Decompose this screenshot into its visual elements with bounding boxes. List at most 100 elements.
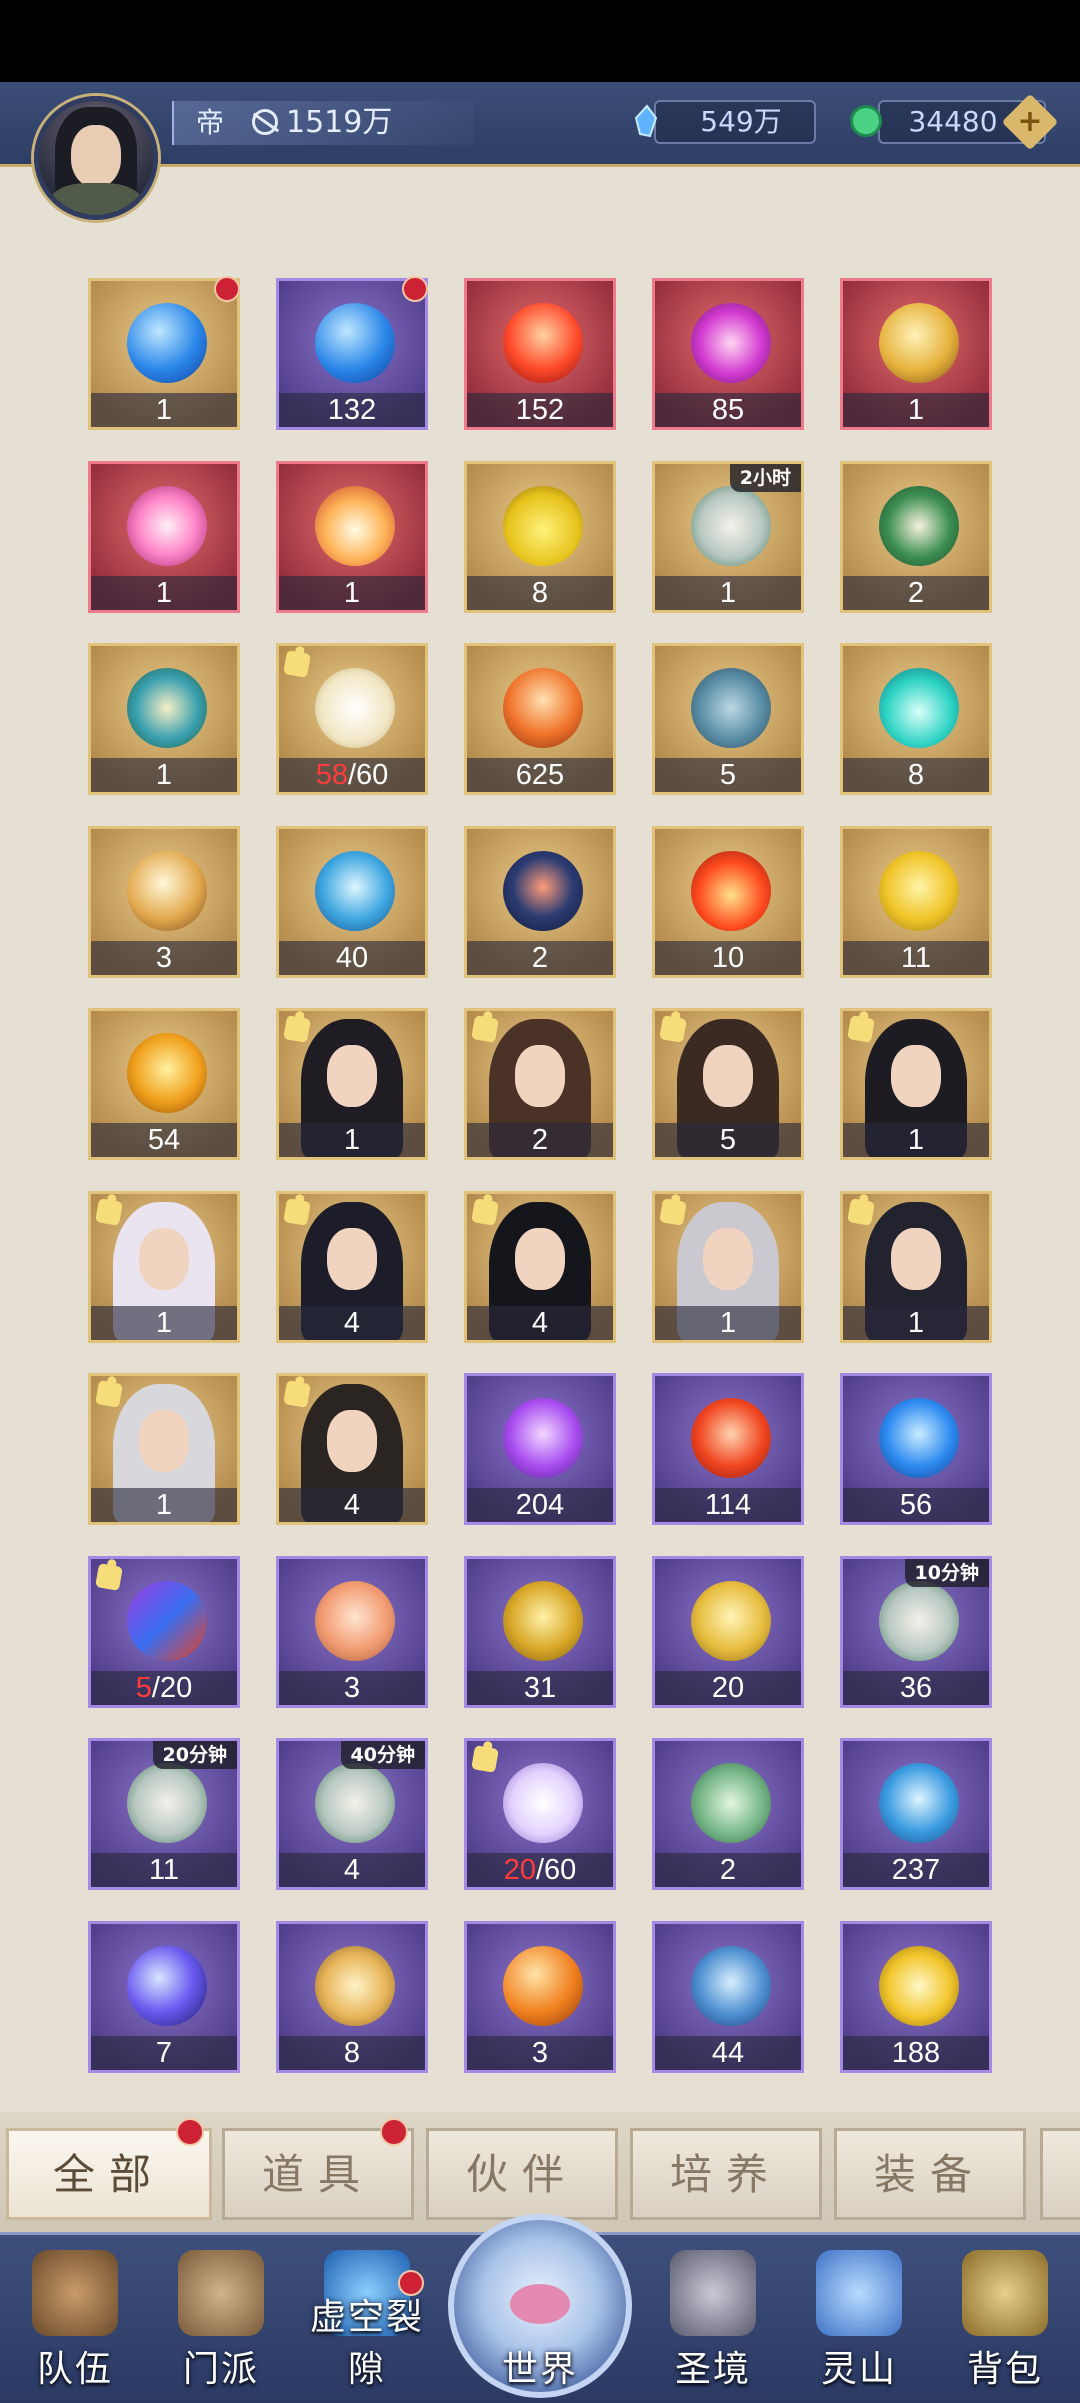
nav-0[interactable]: 队伍 [20, 2240, 130, 2400]
currency-jade[interactable]: 34480 + [850, 93, 1060, 151]
item-count: 2 [467, 941, 613, 975]
inventory-item[interactable]: 3 [276, 1556, 428, 1708]
inventory-item[interactable]: 10分钟 36 [840, 1556, 992, 1708]
inventory-item[interactable]: 56 [840, 1373, 992, 1525]
tab-4[interactable]: 装备 [834, 2128, 1026, 2220]
nav-1[interactable]: 门派 [166, 2240, 276, 2400]
inventory-item[interactable]: 44 [652, 1921, 804, 2073]
inventory-item[interactable]: 58/60 [276, 643, 428, 795]
pearl-icon [127, 851, 207, 931]
nav-4[interactable]: 圣境 [658, 2240, 768, 2400]
item-count: 1 [279, 576, 425, 610]
inventory-item[interactable]: 40 [276, 826, 428, 978]
inventory-item[interactable]: 1 [840, 1191, 992, 1343]
nav-6[interactable]: 背包 [950, 2240, 1060, 2400]
item-count: 5 [655, 1123, 801, 1157]
inventory-item[interactable]: 85 [652, 278, 804, 430]
inventory-item[interactable]: 20 [652, 1556, 804, 1708]
inventory-item[interactable]: 188 [840, 1921, 992, 2073]
inventory-item[interactable]: 2 [464, 1008, 616, 1160]
inventory-item[interactable]: 5/20 [88, 1556, 240, 1708]
shard-icon [659, 1198, 687, 1226]
item-count: 1 [843, 1306, 989, 1340]
inventory-item[interactable]: 11 [840, 826, 992, 978]
inventory-item[interactable]: 2 [464, 826, 616, 978]
item-count: 58/60 [279, 758, 425, 792]
inventory-item[interactable]: 4 [276, 1191, 428, 1343]
inventory-item[interactable]: 7 [88, 1921, 240, 2073]
inventory-item[interactable]: 5 [652, 1008, 804, 1160]
inventory-item[interactable]: 2小时 1 [652, 461, 804, 613]
book-icon [879, 486, 959, 566]
inventory-item[interactable]: 40分钟 4 [276, 1738, 428, 1890]
inventory-item[interactable]: 1 [88, 278, 240, 430]
inventory-item[interactable]: 152 [464, 278, 616, 430]
tab-3[interactable]: 培养 [630, 2128, 822, 2220]
inventory-item[interactable]: 10 [652, 826, 804, 978]
inventory-item[interactable]: 1 [276, 461, 428, 613]
inventory-item[interactable]: 20/60 [464, 1738, 616, 1890]
item-count: 1 [91, 393, 237, 427]
inventory-item[interactable]: 625 [464, 643, 616, 795]
blue-gem-icon [315, 851, 395, 931]
inventory-item[interactable]: 2 [652, 1738, 804, 1890]
tab-2[interactable]: 伙伴 [426, 2128, 618, 2220]
inventory-item[interactable]: 2 [840, 461, 992, 613]
pink-flame-icon [127, 486, 207, 566]
inventory-item[interactable]: 1 [840, 1008, 992, 1160]
nav-5[interactable]: 灵山 [804, 2240, 914, 2400]
blue-orb-icon [127, 303, 207, 383]
inventory-item[interactable]: 1 [276, 1008, 428, 1160]
inventory-item[interactable]: 114 [652, 1373, 804, 1525]
shard-icon [283, 650, 311, 678]
item-count: 1 [843, 1123, 989, 1157]
inventory-item[interactable]: 4 [276, 1373, 428, 1525]
inventory-item[interactable]: 204 [464, 1373, 616, 1525]
inventory-item[interactable]: 1 [88, 1191, 240, 1343]
portrait-face [515, 1228, 565, 1290]
currency-crystal-value: 549万 [700, 105, 782, 138]
inventory-item[interactable]: 1 [88, 461, 240, 613]
inventory-item[interactable]: 1 [652, 1191, 804, 1343]
item-count: 11 [843, 941, 989, 975]
inventory-item[interactable]: 3 [464, 1921, 616, 2073]
nav-label: 圣境 [674, 2349, 751, 2390]
pink-orb-icon [691, 303, 771, 383]
power-display[interactable]: 帝 1519万 [172, 101, 474, 145]
item-count: 188 [843, 2036, 989, 2070]
gold-swirl-icon [879, 1946, 959, 2026]
tab-more[interactable] [1040, 2128, 1080, 2220]
item-count: 2 [467, 1123, 613, 1157]
item-count: 4 [467, 1306, 613, 1340]
inventory-item[interactable]: 1 [88, 1373, 240, 1525]
inventory-item[interactable]: 8 [840, 643, 992, 795]
currency-crystal[interactable]: 549万 [626, 100, 816, 144]
inventory-item[interactable]: 1 [840, 278, 992, 430]
nav-label: 世界 [501, 2349, 578, 2390]
nav-label: 虚空裂隙 [309, 2297, 424, 2390]
inventory-item[interactable]: 237 [840, 1738, 992, 1890]
scroll-quill-icon [879, 1581, 959, 1661]
inventory-item[interactable]: 4 [464, 1191, 616, 1343]
inventory-item[interactable]: 20分钟 11 [88, 1738, 240, 1890]
nav-2[interactable]: 虚空裂隙 [310, 2240, 422, 2400]
notification-dot [380, 2118, 408, 2146]
inventory-item[interactable]: 8 [464, 461, 616, 613]
inventory-item[interactable]: 31 [464, 1556, 616, 1708]
inventory-item[interactable]: 54 [88, 1008, 240, 1160]
inventory-item[interactable]: 8 [276, 1921, 428, 2073]
item-count: 1 [279, 1123, 425, 1157]
inventory-item[interactable]: 3 [88, 826, 240, 978]
avatar-robe [49, 183, 143, 215]
count-required: /60 [535, 1854, 577, 1886]
amber-egg-icon [127, 1033, 207, 1113]
blue-orb-icon [315, 303, 395, 383]
notification-dot [214, 276, 240, 302]
player-avatar[interactable] [34, 96, 158, 220]
inventory-item[interactable]: 132 [276, 278, 428, 430]
inventory-item[interactable]: 1 [88, 643, 240, 795]
inventory-item[interactable]: 5 [652, 643, 804, 795]
nav-3[interactable]: 世界 [485, 2240, 595, 2400]
plus-icon: + [1017, 104, 1043, 139]
add-currency-button[interactable]: + [1001, 93, 1059, 151]
